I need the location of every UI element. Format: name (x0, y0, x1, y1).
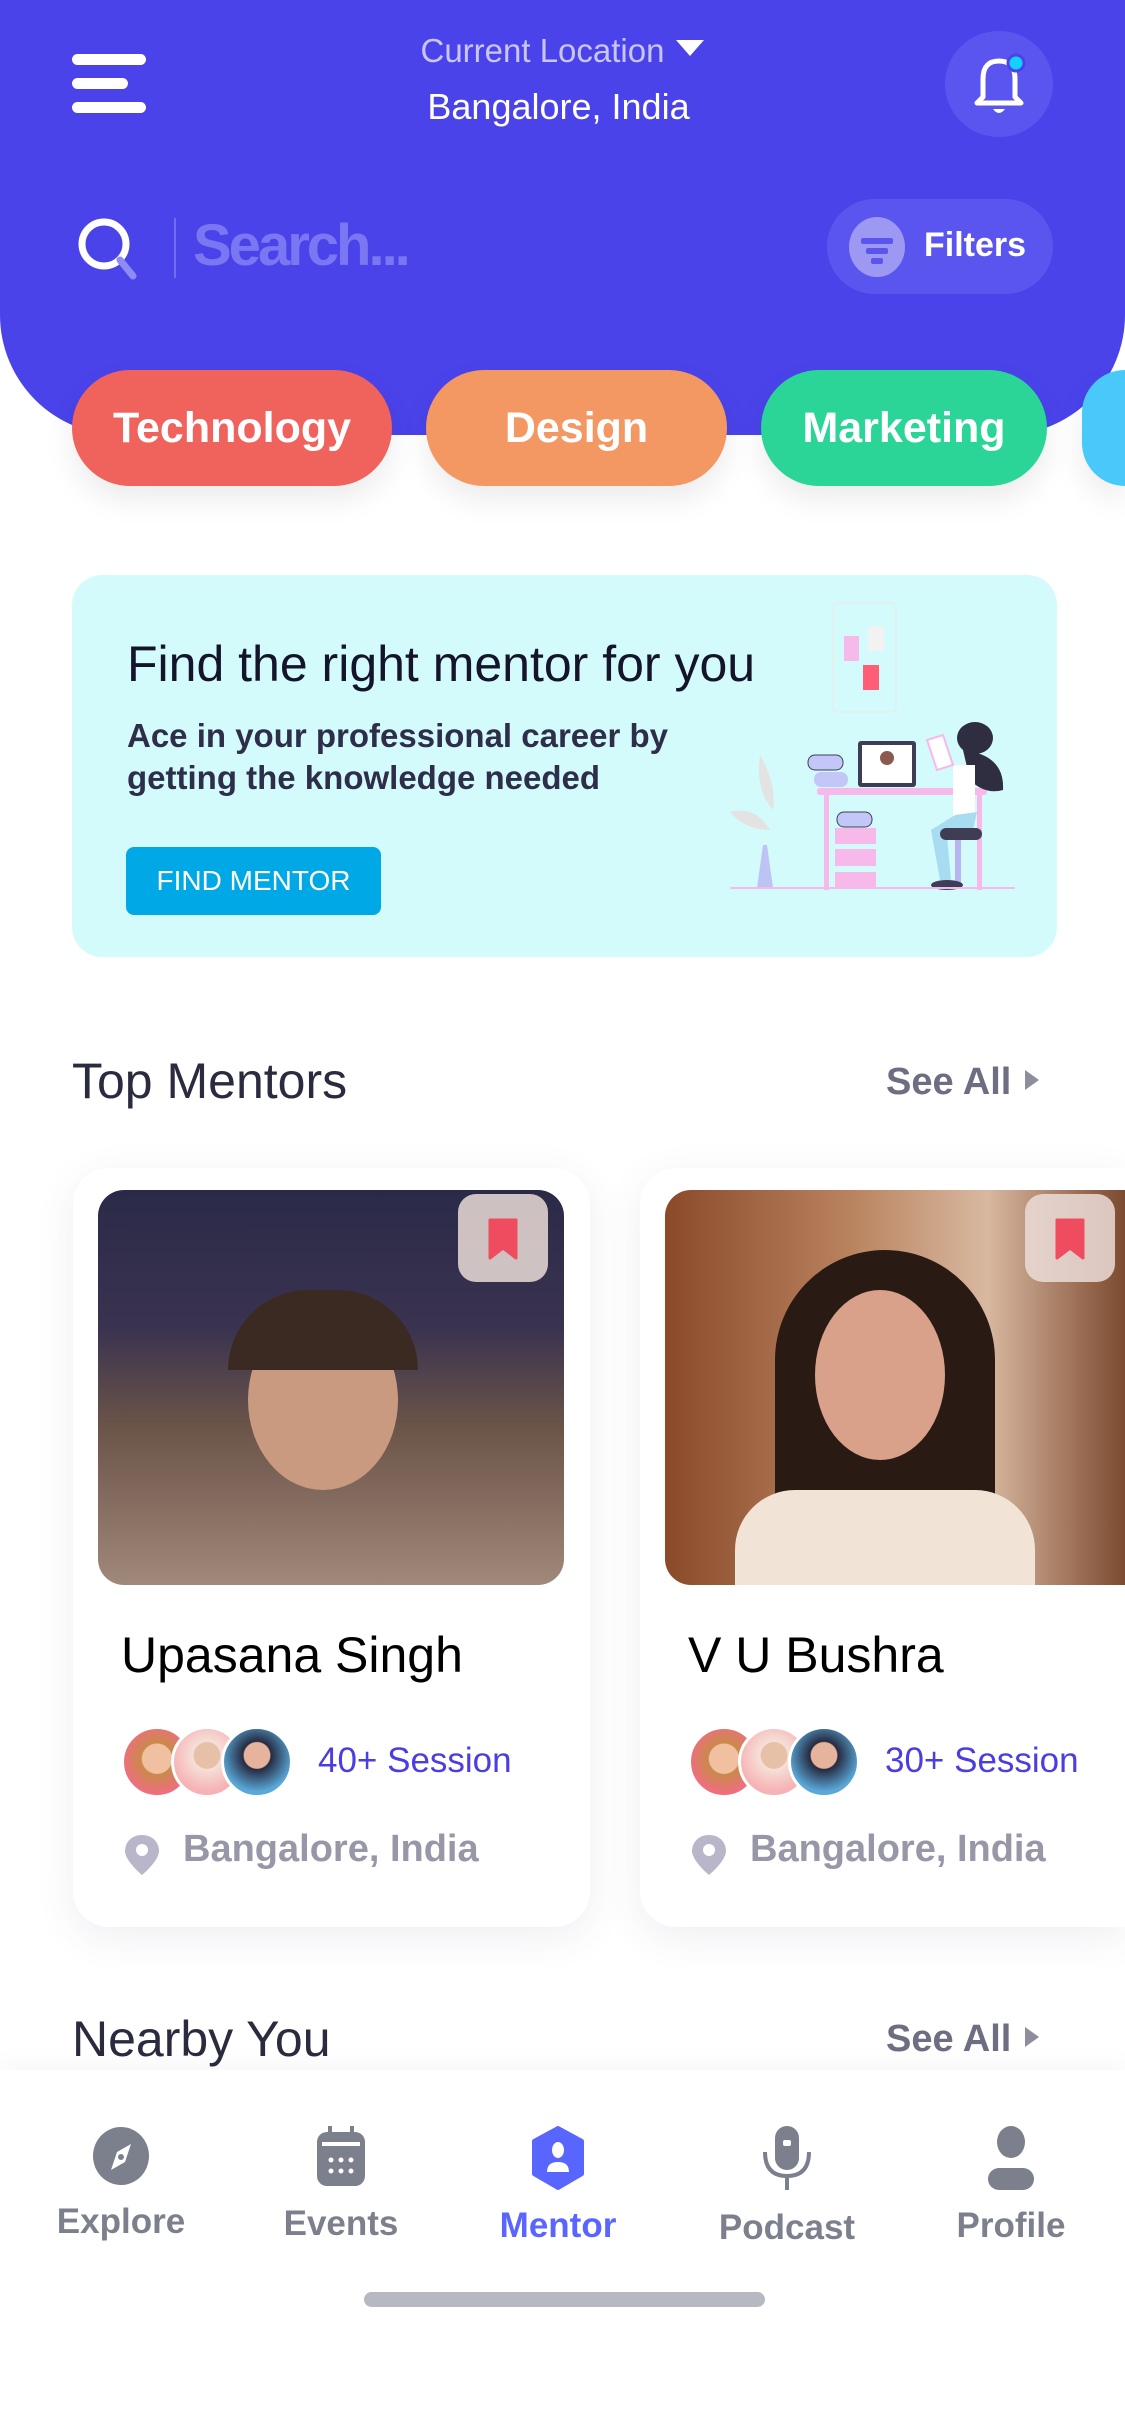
nav-explore[interactable]: Explore (31, 2126, 211, 2242)
mentee-avatars (121, 1726, 293, 1798)
mentor-name: V U Bushra (688, 1627, 944, 1683)
nearby-title: Nearby You (72, 2011, 331, 2067)
nav-label: Profile (956, 2206, 1066, 2245)
filters-button[interactable]: Filters (827, 199, 1053, 294)
nav-podcast[interactable]: Podcast (697, 2126, 877, 2248)
see-all-label: See All (886, 2018, 1012, 2060)
bookmark-button[interactable] (458, 1194, 548, 1282)
location-label: Current Location (420, 32, 665, 69)
nav-label: Mentor (499, 2206, 617, 2245)
filter-icon (849, 217, 905, 277)
nav-events[interactable]: Events (251, 2126, 431, 2244)
mentor-card[interactable]: Upasana Singh 40+ Session Bangalore, Ind… (73, 1168, 590, 1927)
category-chip-design[interactable]: Design (426, 370, 727, 486)
see-all-label: See All (886, 1061, 1012, 1103)
nav-label: Events (283, 2204, 399, 2243)
notification-button[interactable] (945, 31, 1053, 137)
mentor-location: Bangalore, India (750, 1828, 1046, 1870)
bell-icon (974, 53, 1026, 113)
mentor-name: Upasana Singh (121, 1627, 463, 1683)
nav-profile[interactable]: Profile (921, 2126, 1101, 2246)
search-divider (174, 218, 176, 278)
banner-title: Find the right mentor for you (127, 636, 756, 692)
calendar-icon (317, 2126, 365, 2186)
mentor-icon (532, 2126, 584, 2190)
bookmark-icon (488, 1218, 518, 1260)
search-input[interactable]: Search... (193, 212, 411, 279)
session-count: 40+ Session (318, 1741, 512, 1780)
bookmark-button[interactable] (1025, 1194, 1115, 1282)
nav-label: Explore (56, 2202, 186, 2241)
arrow-right-icon (1025, 1070, 1040, 1090)
bookmark-icon (1055, 1218, 1085, 1260)
nav-mentor[interactable]: Mentor (468, 2126, 648, 2246)
profile-icon (988, 2126, 1034, 2190)
top-mentors-see-all[interactable]: See All (886, 1061, 1040, 1104)
category-chip-technology[interactable]: Technology (72, 370, 392, 486)
find-mentor-button[interactable]: FIND MENTOR (126, 847, 381, 915)
microphone-icon (763, 2126, 811, 2190)
caret-down-icon (676, 40, 705, 56)
avatar (788, 1726, 860, 1798)
find-mentor-banner: Find the right mentor for you Ace in you… (72, 575, 1057, 957)
location-pin-icon (125, 1835, 159, 1875)
nearby-see-all[interactable]: See All (886, 2018, 1040, 2061)
session-count: 30+ Session (885, 1741, 1079, 1780)
arrow-right-icon (1025, 2027, 1040, 2047)
home-indicator[interactable] (364, 2292, 765, 2307)
mentor-card[interactable]: V U Bushra 30+ Session Bangalore, India (640, 1168, 1125, 1927)
search-icon (78, 218, 137, 280)
location-pin-icon (692, 1835, 726, 1875)
category-chip-marketing[interactable]: Marketing (761, 370, 1047, 486)
top-mentors-title: Top Mentors (72, 1053, 348, 1109)
filters-label: Filters (924, 226, 1027, 264)
banner-subtitle: Ace in your professional career by getti… (127, 717, 669, 796)
mentor-illustration (730, 602, 1015, 890)
bottom-nav: Explore Events Mentor Podcast Profile (0, 2070, 1125, 2436)
avatar (221, 1726, 293, 1798)
mentee-avatars (688, 1726, 860, 1798)
nav-label: Podcast (718, 2208, 856, 2247)
mentor-location: Bangalore, India (183, 1828, 479, 1870)
compass-icon (93, 2127, 149, 2185)
